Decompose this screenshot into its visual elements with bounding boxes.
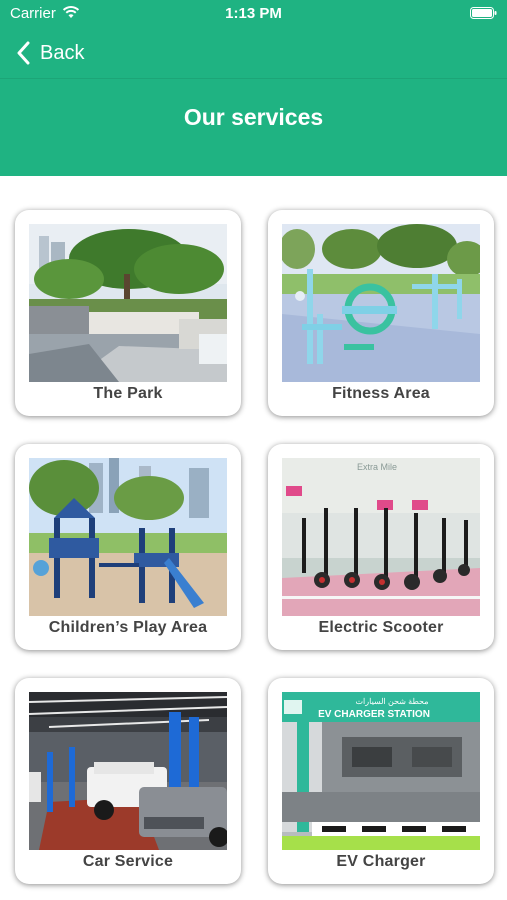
- car-service-image: [29, 692, 227, 850]
- back-button[interactable]: Back: [16, 37, 84, 69]
- back-label: Back: [40, 41, 85, 64]
- chevron-left-icon: [17, 41, 30, 65]
- park-image: [29, 224, 227, 382]
- service-label: Electric Scooter: [318, 619, 444, 636]
- status-time: 1:13 PM: [225, 5, 282, 22]
- service-card-ev-charger[interactable]: محطة شحن السيارات EV CHARGER STATION EV …: [268, 678, 494, 884]
- service-card-the-park[interactable]: The Park: [15, 210, 241, 416]
- battery-icon: [470, 7, 497, 19]
- service-label: Fitness Area: [332, 385, 430, 402]
- header: Carrier 1:13 PM Back Our services: [0, 0, 507, 176]
- page-title: Our services: [183, 104, 324, 130]
- scooter-sign-text: Extra Mile: [357, 462, 397, 472]
- nav-bar: Back: [0, 28, 507, 78]
- ev-sign-text: EV CHARGER STATION: [318, 709, 430, 720]
- ev-charger-image: محطة شحن السيارات EV CHARGER STATION: [282, 692, 480, 850]
- service-label: EV Charger: [336, 853, 426, 870]
- service-card-electric-scooter[interactable]: Extra Mile Electric Scooter: [268, 444, 494, 650]
- fitness-image: [282, 224, 480, 382]
- status-bar: Carrier 1:13 PM: [0, 0, 507, 28]
- service-label: The Park: [93, 385, 163, 402]
- header-divider: [0, 78, 507, 79]
- play-area-image: [29, 458, 227, 616]
- scooter-image: Extra Mile: [282, 458, 480, 616]
- service-label: Children’s Play Area: [48, 619, 208, 636]
- service-card-car-service[interactable]: Car Service: [15, 678, 241, 884]
- ev-sign-arabic-text: محطة شحن السيارات: [356, 697, 429, 706]
- service-card-childrens-play-area[interactable]: Children’s Play Area: [15, 444, 241, 650]
- service-card-fitness-area[interactable]: Fitness Area: [268, 210, 494, 416]
- service-label: Car Service: [82, 853, 174, 870]
